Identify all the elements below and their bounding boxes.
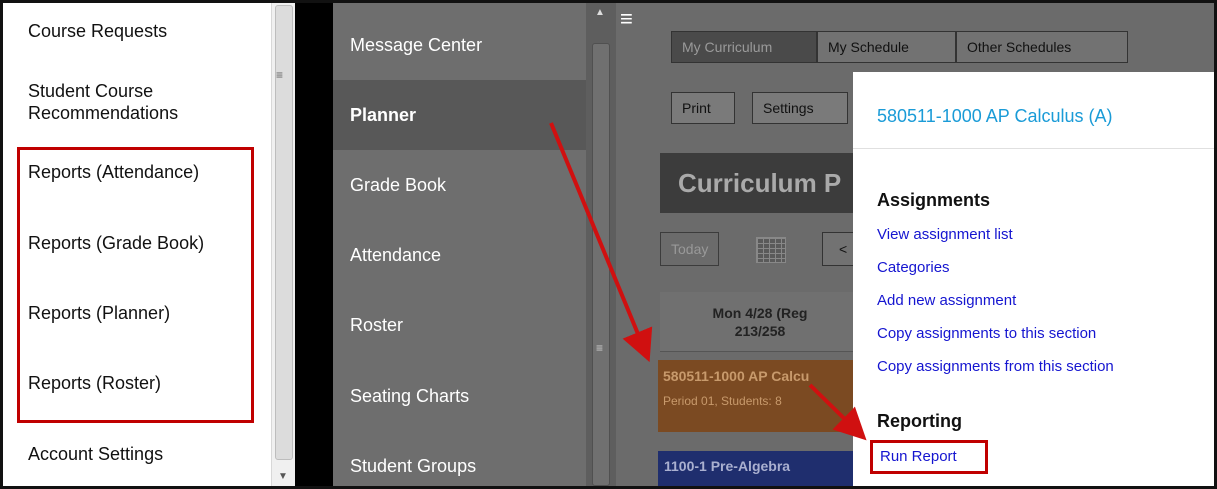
arrow-course-to-run-report bbox=[808, 383, 867, 441]
annotation-arrows bbox=[549, 122, 867, 441]
arrow-planner-to-course bbox=[549, 122, 653, 363]
